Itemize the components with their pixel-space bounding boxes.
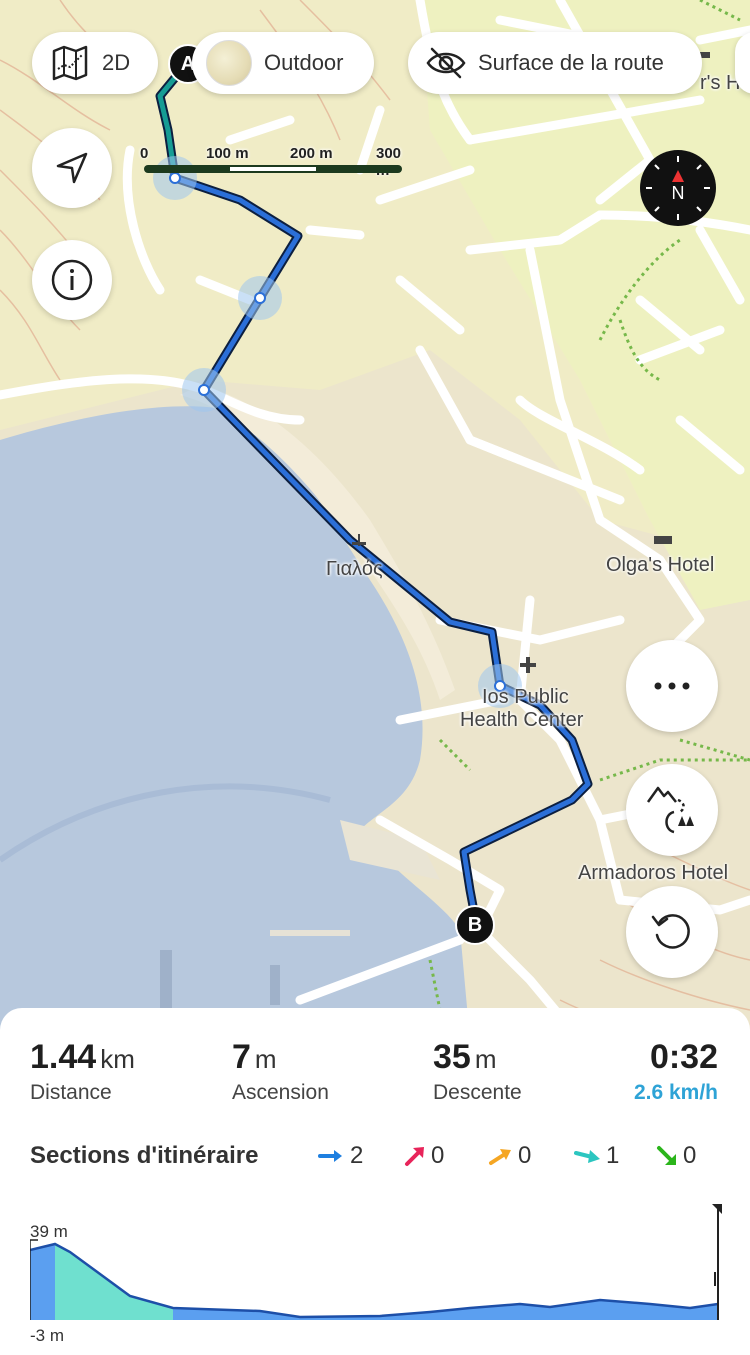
map-label-health-center-1: Ios Public [482, 686, 569, 708]
distance-stat: 1.44 km Distance [30, 1038, 135, 1105]
compass-button[interactable]: N [640, 150, 716, 226]
scale-bar: 0 100 m 200 m 300 m [140, 145, 414, 185]
outdoor-style-thumbnail-icon [206, 40, 252, 86]
map-label-armadoros-hotel: Armadoros Hotel [578, 862, 729, 884]
speed-value: 2.6 km/h [633, 1081, 718, 1104]
map-view[interactable]: A B Γιαλός Ios Public Health Center Olga… [0, 0, 750, 1045]
route-sections-title: Sections d'itinéraire [30, 1142, 259, 1169]
arrow-up-right-icon [489, 1149, 511, 1165]
section-descent-count: 1 [606, 1142, 620, 1169]
map-label-olga-hotel: Olga's Hotel [606, 554, 715, 576]
descent-unit: m [474, 1044, 497, 1074]
mode-2d-label: 2D [102, 50, 131, 75]
reset-route-button[interactable] [626, 886, 718, 978]
descent-value: 35 [433, 1038, 471, 1076]
elevation-max-label: 39 m [30, 1222, 68, 1241]
section-steep-descent: 0 [655, 1142, 696, 1170]
map-label-beach: Γιαλός [326, 558, 383, 580]
section-ascent-count: 0 [518, 1142, 532, 1169]
compass-north-label: N [671, 183, 685, 203]
scale-label-200: 200 m [290, 145, 333, 162]
terrain-layers-button[interactable] [626, 764, 718, 856]
route-end-marker[interactable]: B [455, 905, 495, 945]
descent-stat: 35 m Descente [433, 1038, 522, 1105]
descent-label: Descente [433, 1081, 522, 1104]
map-label-health-center-2: Health Center [460, 709, 584, 731]
road-surface-toggle-button[interactable]: Surface de la route [408, 32, 702, 94]
route-summary-panel: 1.44 km Distance 7m Ascension 35 m Descent… [0, 1008, 750, 1355]
info-button[interactable] [32, 240, 112, 320]
distance-label: Distance [30, 1081, 112, 1104]
elevation-profile-chart[interactable]: 39 m -3 m [29, 1204, 722, 1345]
end-marker-label: B [467, 913, 483, 936]
distance-value: 1.44 [30, 1038, 97, 1076]
map-style-button[interactable]: Outdoor [192, 32, 374, 94]
arrow-right-down-slight-icon [574, 1150, 600, 1163]
ascent-stat: 7m Ascension [232, 1038, 329, 1105]
info-icon [50, 258, 94, 302]
section-flat: 2 [318, 1142, 363, 1170]
ascent-unit: m [254, 1044, 277, 1074]
more-options-button[interactable] [626, 640, 718, 732]
section-descent: 1 [574, 1142, 619, 1170]
map-2d-toggle-button[interactable]: 2D [32, 32, 158, 94]
arrow-right-icon [318, 1150, 342, 1162]
surface-label: Surface de la route [478, 50, 664, 75]
locate-me-button[interactable] [32, 128, 112, 208]
arrow-up-right-steep-icon [405, 1147, 424, 1166]
duration-stat: 0:32 2.6 km/h [634, 1038, 718, 1105]
navigation-arrow-icon [52, 148, 92, 188]
section-steep-descent-count: 0 [683, 1142, 697, 1169]
extra-toolbar-pill[interactable] [735, 32, 750, 94]
ascent-value: 7 [232, 1038, 251, 1076]
section-ascent: 0 [488, 1142, 531, 1170]
section-steep-ascent: 0 [403, 1142, 444, 1170]
elevation-profile-svg [29, 1204, 722, 1320]
rotate-left-icon [649, 909, 695, 955]
arrow-down-right-icon [657, 1146, 676, 1165]
section-steep-ascent-count: 0 [431, 1142, 445, 1169]
scale-label-100: 100 m [206, 145, 249, 162]
duration-value: 0:32 [649, 1038, 718, 1076]
folded-map-icon [50, 43, 90, 83]
ascent-label: Ascension [232, 1081, 329, 1104]
elevation-flat-start [30, 1244, 55, 1320]
scale-label-300: 300 m [376, 145, 402, 179]
section-flat-count: 2 [350, 1142, 364, 1169]
mountain-forest-icon [644, 782, 700, 838]
eye-slash-icon [426, 47, 466, 79]
elevation-min-label: -3 m [30, 1326, 64, 1345]
scale-label-0: 0 [140, 145, 149, 162]
more-dots-icon [652, 681, 692, 691]
distance-unit: km [100, 1044, 135, 1074]
map-style-label: Outdoor [264, 50, 344, 75]
